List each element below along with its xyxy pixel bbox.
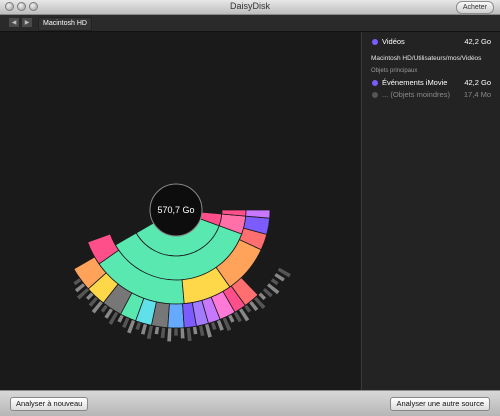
disk-segment-fringe[interactable]: [198, 324, 206, 338]
toolbar: ◀ ▶ Macintosh HD: [0, 15, 500, 32]
list-item-size: 42,2 Go: [464, 78, 491, 87]
window-title: DaisyDisk: [229, 1, 270, 11]
sunburst-chart[interactable]: 570,7 Go: [0, 32, 360, 390]
disk-segment[interactable]: [167, 303, 185, 329]
disk-segment-fringe[interactable]: [153, 325, 161, 336]
disk-segment-fringe[interactable]: [116, 313, 125, 324]
back-arrow-icon: ◀: [11, 20, 17, 26]
disk-segment-fringe[interactable]: [179, 327, 186, 340]
buy-button[interactable]: Acheter: [455, 1, 494, 14]
disk-segment-fringe[interactable]: [134, 321, 142, 331]
bottom-bar: Analyser à nouveau Analyser une autre so…: [0, 390, 500, 416]
selected-item-size: 42,2 Go: [464, 37, 491, 46]
disk-segment-fringe[interactable]: [173, 327, 179, 337]
disk-map-area: 570,7 Go: [0, 32, 360, 390]
list-item[interactable]: Événements iMovie 42,2 Go: [362, 78, 500, 90]
title-bar: DaisyDisk Acheter: [0, 0, 500, 15]
details-panel: Vidéos 42,2 Go Macintosh HD/Utilisateurs…: [361, 32, 500, 390]
disk-segment-fringe[interactable]: [139, 322, 148, 336]
disk-segment-fringe[interactable]: [210, 321, 218, 331]
selected-item-label: Vidéos: [382, 37, 405, 46]
forward-button[interactable]: ▶: [21, 17, 33, 28]
list-item-size: 17,4 Mo: [463, 90, 491, 99]
disk-segment-fringe[interactable]: [227, 313, 236, 324]
list-item-label: Événements iMovie: [382, 78, 448, 87]
rescan-button[interactable]: Analyser à nouveau: [10, 397, 89, 411]
selected-item-path: Macintosh HD/Utilisateurs/mos/Vidéos: [371, 55, 482, 62]
item-color-dot-icon: [372, 92, 378, 98]
list-item[interactable]: ... (Objets moindres) 17,4 Mo: [362, 90, 500, 102]
disk-segment-fringe[interactable]: [159, 326, 167, 339]
top-items-heading: Objets principaux: [371, 68, 418, 74]
list-item-label: ... (Objets moindres): [382, 90, 450, 99]
disk-segment-fringe[interactable]: [166, 327, 173, 343]
selected-color-dot-icon: [372, 39, 378, 45]
disk-segment-fringe[interactable]: [145, 324, 154, 341]
back-button[interactable]: ◀: [8, 17, 20, 28]
disk-segment-fringe[interactable]: [185, 326, 193, 342]
scan-other-source-button[interactable]: Analyser une autre source: [390, 397, 490, 411]
breadcrumb-macintosh-hd[interactable]: Macintosh HD: [38, 17, 92, 31]
item-color-dot-icon: [372, 80, 378, 86]
total-size-label: 570,7 Go: [157, 205, 194, 215]
app-window: DaisyDisk Acheter ◀ ▶ Macintosh HD 570,7…: [0, 0, 500, 416]
disk-segment-fringe[interactable]: [191, 325, 199, 336]
forward-arrow-icon: ▶: [24, 20, 30, 26]
selected-item-row[interactable]: Vidéos 42,2 Go: [362, 37, 500, 49]
